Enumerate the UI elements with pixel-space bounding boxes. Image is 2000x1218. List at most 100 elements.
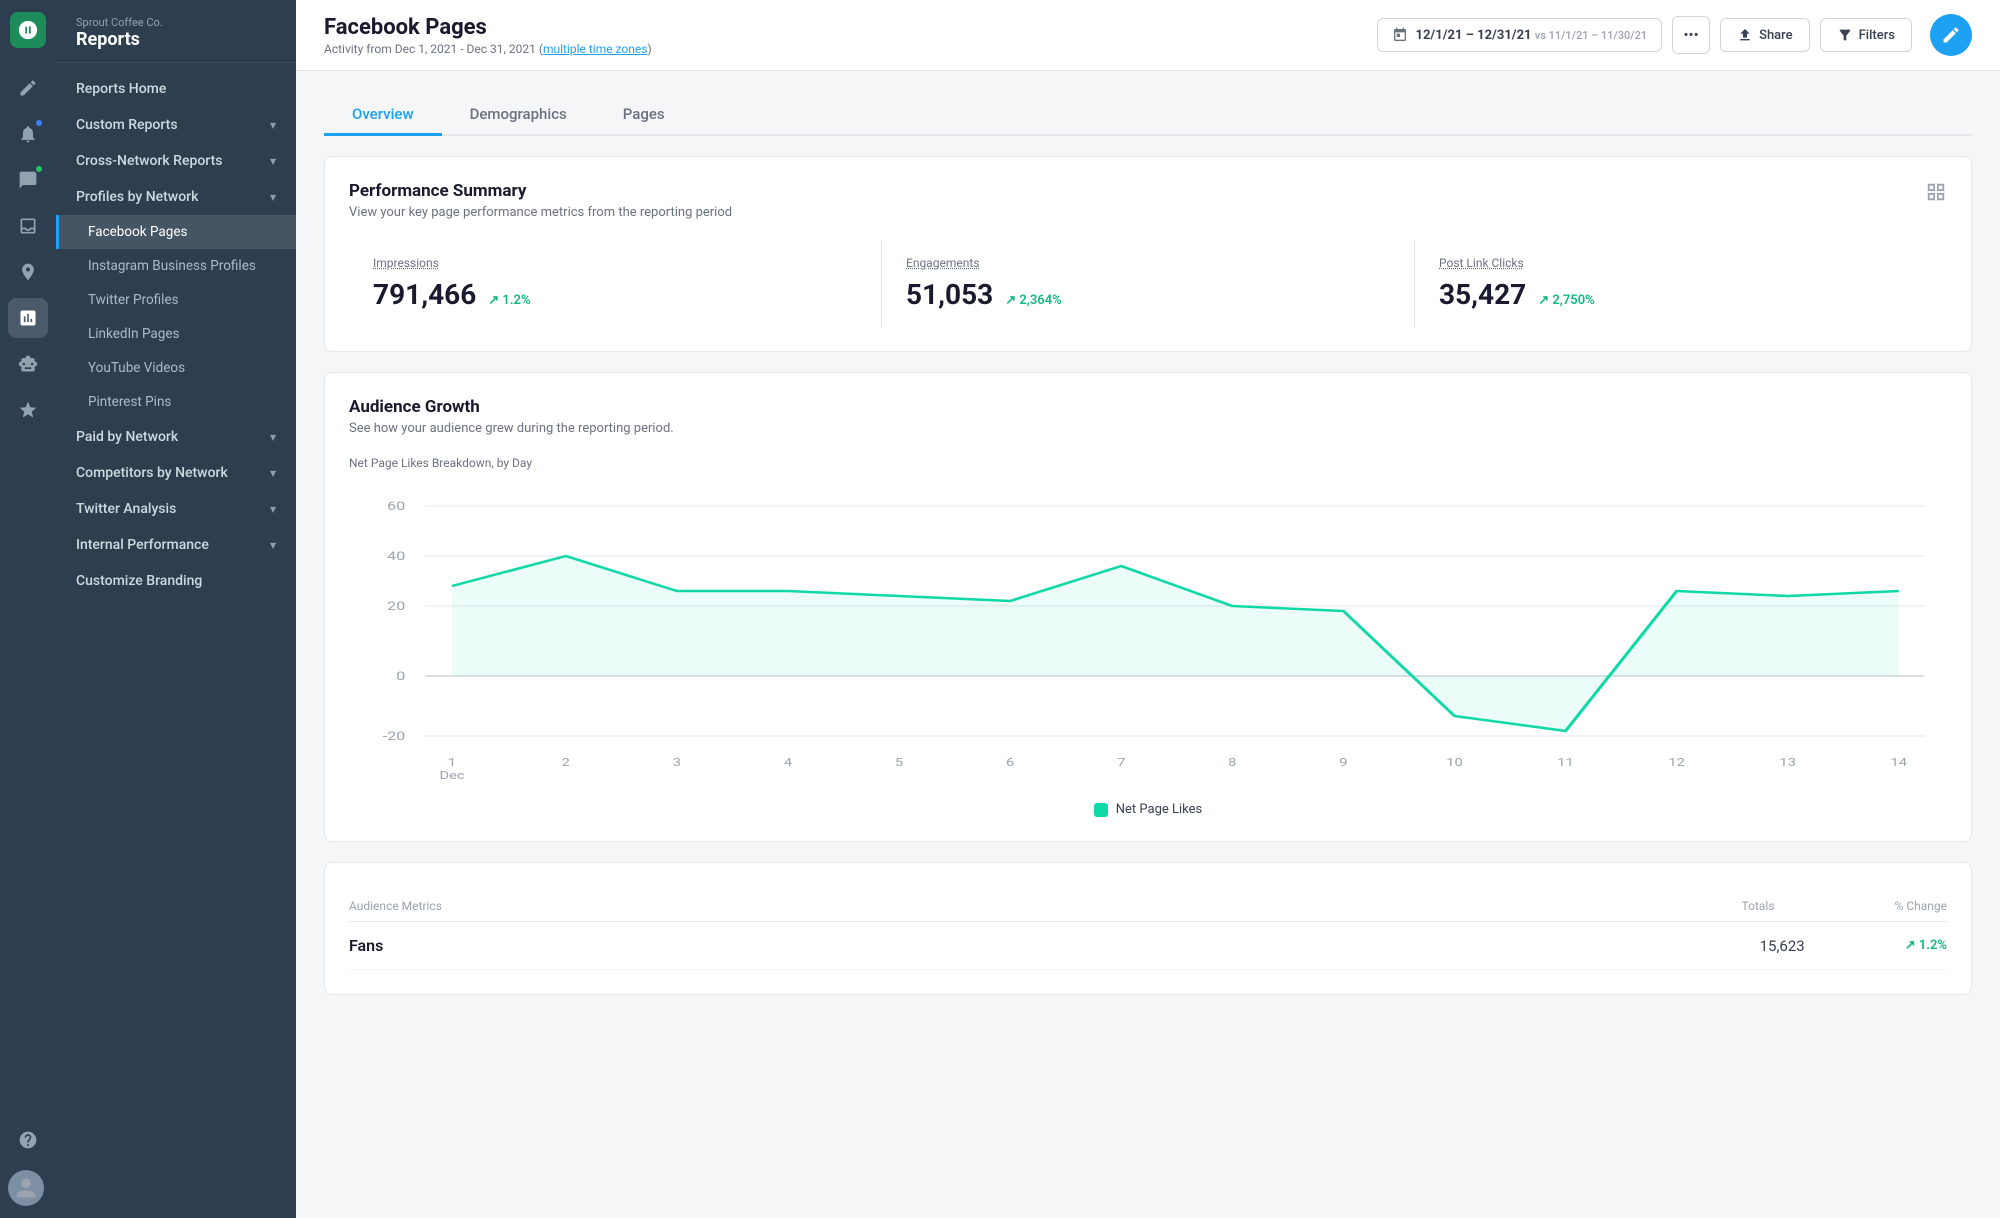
chevron-down-icon: ▾ xyxy=(270,190,276,204)
up-arrow-icon: ↗ xyxy=(488,293,499,308)
sidebar-item-youtube[interactable]: YouTube Videos xyxy=(56,351,296,385)
sidebar-item-internal-performance[interactable]: Internal Performance ▾ xyxy=(56,527,296,563)
filters-button[interactable]: Filters xyxy=(1820,18,1912,52)
svg-text:1: 1 xyxy=(448,757,456,770)
svg-text:10: 10 xyxy=(1446,757,1463,770)
sidebar-item-reports-home[interactable]: Reports Home xyxy=(56,71,296,107)
chevron-down-icon: ▾ xyxy=(270,430,276,444)
user-avatar[interactable] xyxy=(8,1170,44,1206)
nav-bell-icon[interactable] xyxy=(8,114,48,154)
more-icon: ••• xyxy=(1683,26,1698,44)
icon-bar-nav xyxy=(8,68,48,1120)
audience-growth-title: Audience Growth xyxy=(349,397,1947,417)
date-range-text: 12/1/21 – 12/31/21 vs 11/1/21 – 11/30/21 xyxy=(1416,28,1648,43)
page-subtitle: Activity from Dec 1, 2021 - Dec 31, 2021… xyxy=(324,42,652,56)
compose-button[interactable] xyxy=(1930,14,1972,56)
more-options-button[interactable]: ••• xyxy=(1672,16,1710,54)
sidebar-item-customize-branding[interactable]: Customize Branding xyxy=(56,563,296,599)
fans-value: 15,623 xyxy=(1760,937,1805,955)
audience-metrics-card: Audience Metrics Totals % Change Fans 15… xyxy=(324,862,1972,995)
share-icon xyxy=(1737,27,1753,43)
engagements-label: Engagements xyxy=(906,256,1390,270)
sidebar-item-twitter-profiles[interactable]: Twitter Profiles xyxy=(56,283,296,317)
sidebar-item-profiles-by-network[interactable]: Profiles by Network ▾ xyxy=(56,179,296,215)
audience-growth-header: Audience Growth See how your audience gr… xyxy=(349,397,1947,436)
sidebar-item-twitter-analysis[interactable]: Twitter Analysis ▾ xyxy=(56,491,296,527)
svg-text:7: 7 xyxy=(1117,757,1125,770)
audience-growth-subtitle: See how your audience grew during the re… xyxy=(349,421,1947,436)
impressions-label: Impressions xyxy=(373,256,857,270)
calendar-icon xyxy=(1392,27,1408,43)
grid-view-icon[interactable] xyxy=(1925,181,1947,208)
table-header-row: Audience Metrics Totals % Change xyxy=(349,887,1947,922)
share-label: Share xyxy=(1759,28,1793,43)
sidebar-item-competitors[interactable]: Competitors by Network ▾ xyxy=(56,455,296,491)
metric-engagements: Engagements 51,053 ↗ 2,364% xyxy=(882,240,1415,327)
col-metrics-label: Audience Metrics xyxy=(349,899,442,913)
sidebar-item-pinterest[interactable]: Pinterest Pins xyxy=(56,385,296,419)
line-chart: 60 40 20 0 -20 1 Dec 2 3 4 xyxy=(345,486,1951,786)
nav-star-icon[interactable] xyxy=(8,390,48,430)
svg-text:4: 4 xyxy=(784,757,792,770)
up-arrow-icon: ↗ xyxy=(1905,938,1916,953)
post-link-clicks-label: Post Link Clicks xyxy=(1439,256,1923,270)
sidebar-item-cross-network[interactable]: Cross-Network Reports ▾ xyxy=(56,143,296,179)
nav-help-icon[interactable] xyxy=(8,1120,48,1160)
svg-text:Dec: Dec xyxy=(439,770,464,783)
sidebar-item-facebook-pages[interactable]: Facebook Pages xyxy=(56,215,296,249)
table-row: Fans 15,623 ↗ 1.2% xyxy=(349,922,1947,970)
nav-analytics-icon[interactable] xyxy=(8,298,48,338)
svg-text:11: 11 xyxy=(1557,757,1574,770)
chevron-down-icon: ▾ xyxy=(270,118,276,132)
nav-robot-icon[interactable] xyxy=(8,344,48,384)
svg-text:2: 2 xyxy=(562,757,570,770)
sidebar-item-custom-reports[interactable]: Custom Reports ▾ xyxy=(56,107,296,143)
svg-text:12: 12 xyxy=(1668,757,1685,770)
legend-dot xyxy=(1094,803,1108,817)
icon-bar xyxy=(0,0,56,1218)
svg-text:8: 8 xyxy=(1228,757,1236,770)
main-content: Facebook Pages Activity from Dec 1, 2021… xyxy=(296,0,2000,1218)
svg-text:40: 40 xyxy=(387,550,405,564)
timezone-link[interactable]: multiple time zones xyxy=(543,42,648,56)
tab-demographics[interactable]: Demographics xyxy=(442,95,595,136)
performance-title: Performance Summary xyxy=(349,181,732,201)
content-area: Overview Demographics Pages Performance … xyxy=(296,71,2000,1218)
compose-icon xyxy=(1941,25,1961,45)
logo[interactable] xyxy=(10,12,46,48)
nav-pin-icon[interactable] xyxy=(8,252,48,292)
col-totals-label: Totals xyxy=(1742,899,1775,913)
post-link-clicks-value: 35,427 xyxy=(1439,278,1526,311)
svg-text:6: 6 xyxy=(1006,757,1014,770)
share-button[interactable]: Share xyxy=(1720,18,1810,52)
nav-compose-icon[interactable] xyxy=(8,68,48,108)
sidebar-item-linkedin[interactable]: LinkedIn Pages xyxy=(56,317,296,351)
chart-legend: Net Page Likes xyxy=(349,802,1947,817)
company-name: Sprout Coffee Co. xyxy=(76,16,276,29)
page-title-area: Facebook Pages Activity from Dec 1, 2021… xyxy=(324,15,652,56)
tabs: Overview Demographics Pages xyxy=(324,95,1972,136)
sidebar-header: Sprout Coffee Co. Reports xyxy=(56,0,296,63)
svg-text:14: 14 xyxy=(1891,757,1908,770)
chart-container: 60 40 20 0 -20 1 Dec 2 3 4 xyxy=(345,486,1951,786)
sidebar-item-paid-by-network[interactable]: Paid by Network ▾ xyxy=(56,419,296,455)
engagements-change: ↗ 2,364% xyxy=(1005,293,1062,308)
up-arrow-icon: ↗ xyxy=(1538,293,1549,308)
sidebar-item-instagram[interactable]: Instagram Business Profiles xyxy=(56,249,296,283)
engagements-value: 51,053 xyxy=(906,278,993,311)
top-header: Facebook Pages Activity from Dec 1, 2021… xyxy=(296,0,2000,71)
filters-label: Filters xyxy=(1859,28,1895,43)
fans-label: Fans xyxy=(349,936,383,955)
chevron-down-icon: ▾ xyxy=(270,538,276,552)
tab-overview[interactable]: Overview xyxy=(324,95,442,136)
nav-chat-icon[interactable] xyxy=(8,160,48,200)
tab-pages[interactable]: Pages xyxy=(595,95,693,136)
date-range-button[interactable]: 12/1/21 – 12/31/21 vs 11/1/21 – 11/30/21 xyxy=(1377,18,1663,52)
post-link-clicks-change: ↗ 2,750% xyxy=(1538,293,1595,308)
up-arrow-icon: ↗ xyxy=(1005,293,1016,308)
performance-card-header: Performance Summary View your key page p… xyxy=(349,181,732,220)
performance-subtitle: View your key page performance metrics f… xyxy=(349,205,732,220)
filter-icon xyxy=(1837,27,1853,43)
nav-inbox-icon[interactable] xyxy=(8,206,48,246)
audience-growth-card: Audience Growth See how your audience gr… xyxy=(324,372,1972,842)
